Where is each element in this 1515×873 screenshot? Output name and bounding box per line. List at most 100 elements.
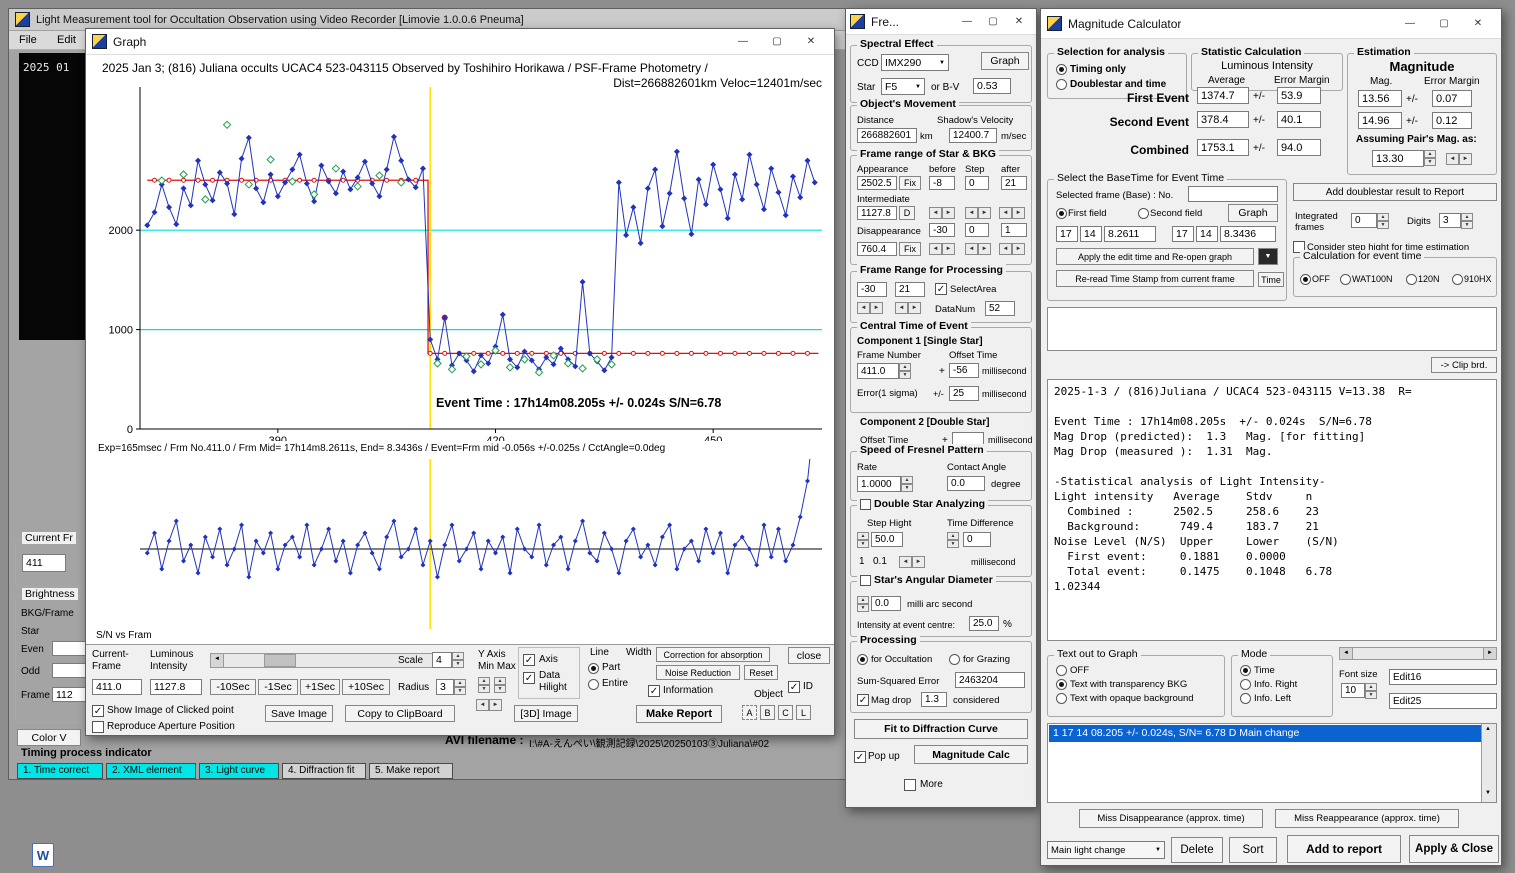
font-size-field[interactable]: 10 xyxy=(1341,683,1365,698)
minus-10sec-button[interactable]: -10Sec xyxy=(210,679,256,695)
edit16-field[interactable]: Edit16 xyxy=(1389,669,1497,685)
scroll-left-icon[interactable]: ◄ xyxy=(211,654,224,667)
minimize-icon[interactable]: — xyxy=(1393,12,1427,36)
report-text-area[interactable]: 2025-1-3 / (816)Juliana / UCAC4 523-0431… xyxy=(1047,379,1497,641)
delete-button[interactable]: Delete xyxy=(1171,837,1223,863)
object-a-button[interactable]: A xyxy=(742,705,757,720)
graph-current-frame-field[interactable]: 411.0 xyxy=(92,679,142,695)
time1-hour-field[interactable]: 17 xyxy=(1056,226,1078,242)
make-report-button[interactable]: Make Report xyxy=(636,705,722,723)
miss-reappearance-button[interactable]: Miss Reappearance (approx. time) xyxy=(1275,809,1459,828)
contact-angle-field[interactable]: 0.0 xyxy=(947,476,985,491)
appearance-before-field[interactable]: -8 xyxy=(929,176,955,190)
appearance-level-field[interactable]: 2502.5 xyxy=(857,176,897,190)
yaxis-shift-left-right[interactable]: ◄ ► xyxy=(476,699,502,711)
timing-only-radio[interactable] xyxy=(1056,64,1067,75)
line-part-radio[interactable] xyxy=(588,663,599,674)
first-field-radio[interactable] xyxy=(1056,208,1067,219)
odd-field[interactable] xyxy=(52,663,86,678)
mode-info-left-radio[interactable] xyxy=(1240,693,1251,704)
time1-min-field[interactable]: 14 xyxy=(1080,226,1102,242)
sse-field[interactable]: 2463204 xyxy=(955,672,1025,688)
list-vscrollbar[interactable]: ▲ ▼ xyxy=(1481,724,1496,802)
id-checkbox[interactable]: ✓ xyxy=(788,681,800,693)
tab-make-report[interactable]: 5. Make report xyxy=(369,763,453,779)
close-icon[interactable]: ✕ xyxy=(1461,12,1495,36)
assuming-mag-field[interactable]: 13.30 xyxy=(1372,150,1424,167)
proc-to-field[interactable]: 21 xyxy=(895,282,925,297)
calc-wat100n-radio[interactable] xyxy=(1340,274,1351,285)
mag-drop-field[interactable]: 1.3 xyxy=(921,692,947,707)
ccd-combo[interactable]: IMX290 ▼ xyxy=(881,54,949,71)
save-image-button[interactable]: Save Image xyxy=(265,705,333,722)
more-checkbox[interactable] xyxy=(904,779,916,791)
disappearance-fix-button[interactable]: Fix xyxy=(899,242,921,256)
disappearance-step-field[interactable]: 0 xyxy=(965,223,989,237)
close-icon[interactable]: ✕ xyxy=(794,30,828,54)
reread-timestamp-button[interactable]: Re-read Time Stamp from current frame xyxy=(1056,270,1254,287)
digits-spinner[interactable]: ▲ ▼ xyxy=(1461,213,1473,229)
magnitude-calc-button[interactable]: Magnitude Calc xyxy=(914,745,1028,764)
disappearance-step-arrows[interactable]: ◄ ► xyxy=(965,243,991,255)
tab-xml-element[interactable]: 2. XML element xyxy=(106,763,196,779)
intermediate-after-arrows[interactable]: ◄ ► xyxy=(999,207,1025,219)
distance-field[interactable]: 266882601 xyxy=(857,128,917,143)
time2-hour-field[interactable]: 17 xyxy=(1172,226,1194,242)
copy-clipboard-button[interactable]: Copy to ClipBoard xyxy=(345,705,455,722)
apply-edit-time-button[interactable]: Apply the edit time and Re-open graph xyxy=(1056,248,1254,265)
select-area-checkbox[interactable]: ✓ xyxy=(935,283,947,295)
intermediate-before-arrows[interactable]: ◄ ► xyxy=(929,207,955,219)
add-doublestar-button[interactable]: Add doublestar result to Report xyxy=(1293,183,1497,201)
axis-checkbox[interactable]: ✓ xyxy=(523,654,535,666)
time-diff-spinner[interactable]: ▲ ▼ xyxy=(947,532,959,548)
time2-min-field[interactable]: 14 xyxy=(1196,226,1218,242)
rate-spinner[interactable]: ▲ ▼ xyxy=(901,476,913,492)
textout-scrollbar[interactable]: ◄ ► xyxy=(1339,647,1497,660)
frame-number-spinner[interactable]: ▲ ▼ xyxy=(899,363,911,379)
object-l-button[interactable]: L xyxy=(796,705,811,720)
time2-sec-field[interactable]: 8.3436 xyxy=(1220,226,1276,242)
maximize-icon[interactable]: ▢ xyxy=(760,30,794,54)
calc-120n-radio[interactable] xyxy=(1406,274,1417,285)
radius-field[interactable]: 3 xyxy=(436,679,454,695)
result-row-selected[interactable]: 1 17 14 08.205 +/- 0.024s, S/N= 6.78 D M… xyxy=(1049,725,1481,742)
tab-diffraction-fit[interactable]: 4. Diffraction fit xyxy=(282,763,366,779)
offset-time-field[interactable]: -56 xyxy=(949,363,979,378)
double-star-arrows[interactable]: ◄ ► xyxy=(899,556,925,568)
popup-checkbox[interactable]: ✓ xyxy=(854,751,866,763)
appearance-step-field[interactable]: 0 xyxy=(965,176,989,190)
assuming-arrows[interactable]: ◄ ► xyxy=(1446,153,1472,165)
information-checkbox[interactable]: ✓ xyxy=(648,685,660,697)
tab-time-correct[interactable]: 1. Time correct xyxy=(17,763,103,779)
add-to-report-button[interactable]: Add to report xyxy=(1287,835,1401,863)
data-hilight-checkbox[interactable]: ✓ xyxy=(523,672,535,684)
datanum-field[interactable]: 52 xyxy=(985,301,1015,316)
for-occultation-radio[interactable] xyxy=(857,654,868,665)
residual-chart[interactable] xyxy=(88,459,832,629)
clip-board-button[interactable]: -> Clip brd. xyxy=(1431,357,1497,373)
proc-from-arrows[interactable]: ◄ ► xyxy=(857,302,883,314)
frame-scrollbar[interactable]: ◄ ► xyxy=(210,653,462,668)
radius-spinner[interactable]: ▲ ▼ xyxy=(454,679,466,695)
integrated-frames-spinner[interactable]: ▲ ▼ xyxy=(1377,213,1389,229)
textout-off-radio[interactable] xyxy=(1056,665,1067,676)
menu-edit[interactable]: Edit xyxy=(57,34,76,46)
spectral-graph-button[interactable]: Graph xyxy=(981,52,1029,70)
maximize-icon[interactable]: ▢ xyxy=(1427,12,1461,36)
first-avg-field[interactable]: 1374.7 xyxy=(1197,87,1249,104)
intermediate-level-field[interactable]: 1127.8 xyxy=(857,206,897,220)
color-video-button[interactable]: Color V xyxy=(17,729,81,746)
combined-err-field[interactable]: 94.0 xyxy=(1277,139,1321,156)
integrated-frames-field[interactable]: 0 xyxy=(1351,213,1377,228)
proc-to-arrows[interactable]: ◄ ► xyxy=(895,302,921,314)
disappearance-before-field[interactable]: -30 xyxy=(929,223,955,237)
star-type-combo[interactable]: F5 ▼ xyxy=(881,78,925,95)
edit25-field[interactable]: Edit25 xyxy=(1389,693,1497,709)
textout-transparent-radio[interactable] xyxy=(1056,679,1067,690)
time-diff-field[interactable]: 0 xyxy=(963,532,991,547)
scale-field[interactable]: 4 xyxy=(432,652,452,668)
appearance-after-field[interactable]: 21 xyxy=(1001,176,1027,190)
scroll-up-icon[interactable]: ▲ xyxy=(1485,726,1491,732)
apply-close-button[interactable]: Apply & Close xyxy=(1409,835,1499,863)
bv-field[interactable]: 0.53 xyxy=(973,78,1011,94)
